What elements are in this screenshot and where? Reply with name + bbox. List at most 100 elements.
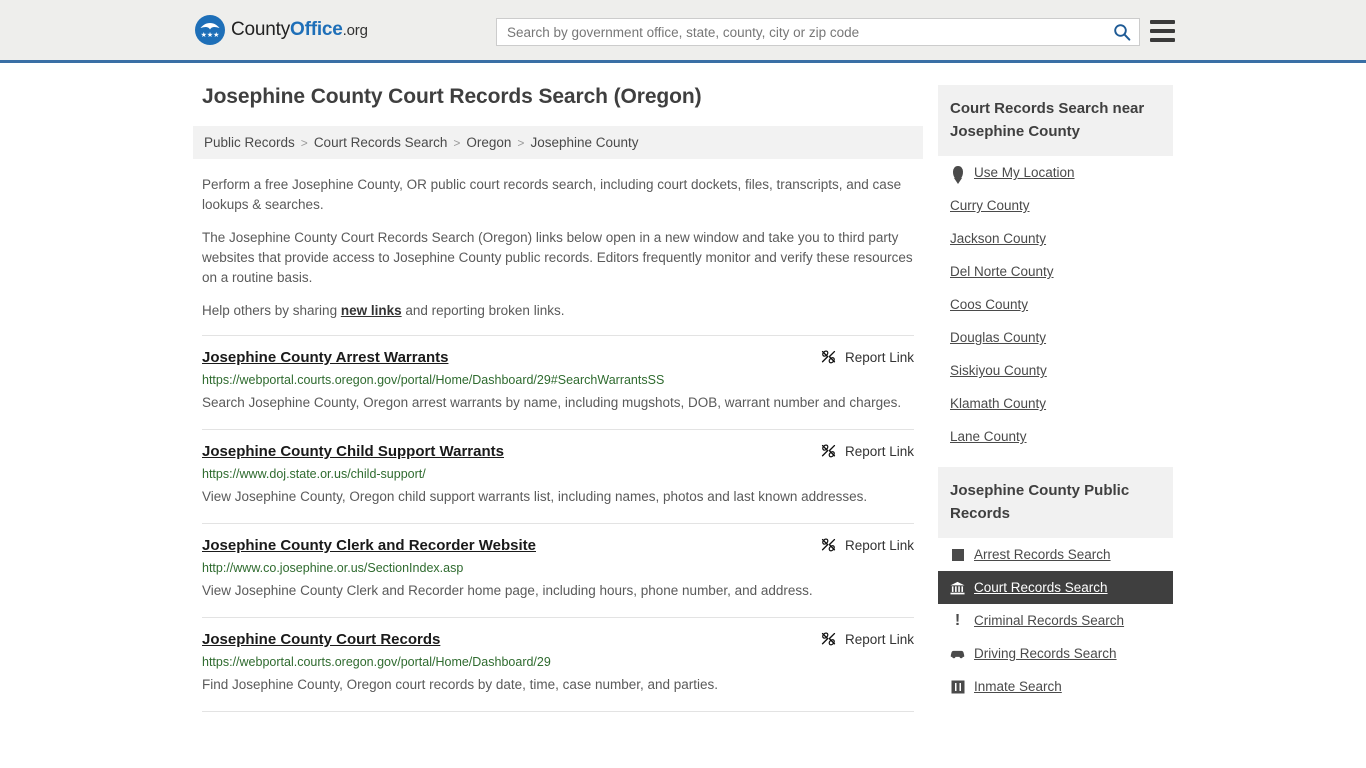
logo-office-text: Office [290, 19, 343, 40]
countyoffice-logo-icon: ★★★ [195, 15, 225, 45]
listing-description: Find Josephine County, Oregon court reco… [202, 677, 719, 692]
breadcrumb-item-oregon[interactable]: Oregon [466, 135, 511, 150]
site-logo[interactable]: ★★★ CountyOffice.org [195, 15, 368, 45]
sidebar-public-records-list: Arrest Records Search Court Records Searc… [938, 538, 1173, 703]
report-link-button[interactable]: Report Link [820, 348, 914, 366]
exclamation-icon: ! [954, 611, 961, 629]
sidebar-records-item[interactable]: Driving Records Search [938, 637, 1173, 670]
listing-title-link[interactable]: Josephine County Clerk and Recorder Webs… [202, 536, 536, 556]
listing-header: Josephine County Clerk and Recorder Webs… [202, 536, 914, 556]
breadcrumb-item-josephine-county[interactable]: Josephine County [530, 135, 638, 150]
page-body: Josephine County Court Records Search (O… [0, 63, 1366, 717]
sidebar-nearby-link[interactable]: Klamath County [950, 396, 1046, 411]
car-icon [950, 648, 965, 659]
logo-stars: ★★★ [200, 32, 220, 39]
sidebar-nearby-item[interactable]: Lane County [938, 420, 1173, 453]
sidebar-nearby-link[interactable]: Jackson County [950, 231, 1046, 246]
listing-header: Josephine County Child Support Warrants … [202, 442, 914, 462]
listing-url: https://webportal.courts.oregon.gov/port… [202, 373, 665, 387]
listing-title-link[interactable]: Josephine County Arrest Warrants [202, 348, 448, 368]
listing-item: Josephine County Child Support Warrants … [202, 430, 914, 524]
eagle-wing-icon [200, 23, 220, 30]
search-input[interactable] [497, 19, 1105, 45]
breadcrumb-separator: > [517, 136, 525, 150]
listing-url: https://www.doj.state.or.us/child-suppor… [202, 467, 426, 481]
report-link-button[interactable]: Report Link [820, 630, 914, 648]
listing-item: Josephine County Arrest Warrants Report … [202, 335, 914, 430]
jail-icon [950, 680, 965, 694]
sidebar-records-item[interactable]: ! Criminal Records Search [938, 604, 1173, 637]
sidebar-nearby-item[interactable]: Use My Location [938, 156, 1173, 189]
courthouse-icon [950, 581, 965, 594]
sidebar-nearby-item[interactable]: Jackson County [938, 222, 1173, 255]
hamburger-bar [1150, 20, 1175, 24]
report-link-label: Report Link [844, 538, 914, 553]
breadcrumb-separator: > [300, 136, 308, 150]
sidebar-nearby-link[interactable]: Coos County [950, 297, 1028, 312]
breadcrumb-item-public-records[interactable]: Public Records [204, 135, 295, 150]
search-button[interactable] [1105, 19, 1139, 45]
broken-link-icon [821, 538, 836, 552]
listing-title-link[interactable]: Josephine County Child Support Warrants [202, 442, 504, 462]
main-content: Josephine County Court Records Search (O… [193, 85, 923, 712]
sidebar-records-link[interactable]: Arrest Records Search [974, 547, 1111, 562]
broken-link-icon [821, 350, 836, 364]
sidebar-nearby-item[interactable]: Coos County [938, 288, 1173, 321]
map-pin-icon [950, 165, 965, 180]
sidebar-public-records-heading: Josephine County Public Records [938, 467, 1173, 538]
listing-item: Josephine County Clerk and Recorder Webs… [202, 524, 914, 618]
sidebar-nearby-link[interactable]: Use My Location [974, 165, 1075, 180]
sidebar-records-link[interactable]: Court Records Search [974, 580, 1108, 595]
listing-results: Josephine County Arrest Warrants Report … [193, 335, 923, 712]
sidebar: Court Records Search near Josephine Coun… [938, 85, 1173, 717]
sidebar-nearby-heading: Court Records Search near Josephine Coun… [938, 85, 1173, 156]
listing-description: View Josephine County Clerk and Recorder… [202, 583, 813, 598]
sidebar-nearby-item[interactable]: Douglas County [938, 321, 1173, 354]
listing-title-link[interactable]: Josephine County Court Records [202, 630, 440, 650]
car-icon [950, 650, 965, 659]
intro-paragraph-3: Help others by sharing new links and rep… [202, 301, 914, 321]
sidebar-nearby-link[interactable]: Siskiyou County [950, 363, 1047, 378]
sidebar-nearby-link[interactable]: Lane County [950, 429, 1027, 444]
sidebar-records-link[interactable]: Criminal Records Search [974, 613, 1124, 628]
broken-link-icon [821, 632, 836, 646]
listing-item: Josephine County Court Records Report Li… [202, 618, 914, 712]
sidebar-nearby-item[interactable]: Siskiyou County [938, 354, 1173, 387]
listing-url: http://www.co.josephine.or.us/SectionInd… [202, 561, 464, 575]
new-links-link[interactable]: new links [341, 303, 402, 318]
intro-p3-before: Help others by sharing [202, 303, 341, 318]
sidebar-records-item[interactable]: Inmate Search [938, 670, 1173, 703]
report-link-button[interactable]: Report Link [820, 442, 914, 460]
sidebar-nearby-item[interactable]: Del Norte County [938, 255, 1173, 288]
report-link-label: Report Link [844, 444, 914, 459]
hamburger-bar [1150, 29, 1175, 33]
sidebar-records-item-active[interactable]: Court Records Search [938, 571, 1173, 604]
intro-paragraph-2: The Josephine County Court Records Searc… [202, 230, 913, 285]
sidebar-nearby-list: Use My Location Curry County Jackson Count… [938, 156, 1173, 453]
sidebar-records-link[interactable]: Driving Records Search [974, 646, 1117, 661]
intro-p3-after: and reporting broken links. [401, 303, 565, 318]
broken-link-icon [821, 444, 836, 458]
listing-header: Josephine County Arrest Warrants Report … [202, 348, 914, 368]
intro-text: Perform a free Josephine County, OR publ… [193, 175, 923, 321]
sidebar-records-item[interactable]: Arrest Records Search [938, 538, 1173, 571]
hamburger-bar [1150, 38, 1175, 42]
sidebar-nearby-link[interactable]: Douglas County [950, 330, 1046, 345]
search-bar[interactable] [496, 18, 1140, 46]
sidebar-nearby-item[interactable]: Klamath County [938, 387, 1173, 420]
report-link-label: Report Link [844, 632, 914, 647]
sidebar-records-link[interactable]: Inmate Search [974, 679, 1062, 694]
site-header: ★★★ CountyOffice.org [0, 0, 1366, 63]
sidebar-nearby-link[interactable]: Curry County [950, 198, 1030, 213]
logo-county-text: County [231, 19, 291, 40]
search-icon [1114, 24, 1131, 41]
sidebar-nearby-section: Court Records Search near Josephine Coun… [938, 85, 1173, 453]
report-link-button[interactable]: Report Link [820, 536, 914, 554]
breadcrumb-item-court-records-search[interactable]: Court Records Search [314, 135, 448, 150]
sidebar-nearby-link[interactable]: Del Norte County [950, 264, 1054, 279]
exclamation-icon: ! [950, 611, 965, 629]
logo-org-text: .org [342, 22, 368, 39]
logo-wordmark: CountyOffice.org [231, 19, 368, 41]
sidebar-nearby-item[interactable]: Curry County [938, 189, 1173, 222]
menu-button[interactable] [1150, 20, 1175, 42]
